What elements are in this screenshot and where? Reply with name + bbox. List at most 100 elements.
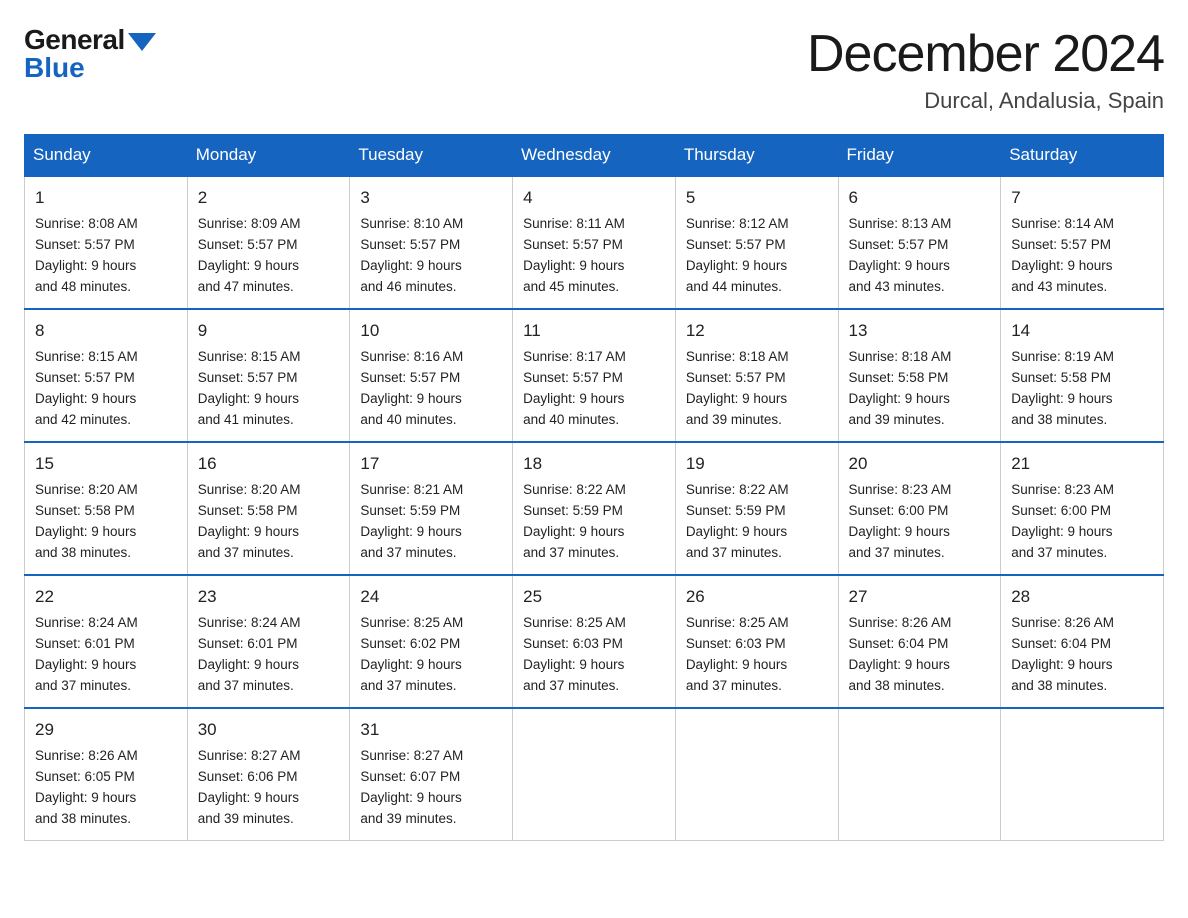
calendar-cell: 9 Sunrise: 8:15 AMSunset: 5:57 PMDaylight… xyxy=(187,309,350,442)
calendar-cell xyxy=(1001,708,1164,841)
day-info: Sunrise: 8:15 AMSunset: 5:57 PMDaylight:… xyxy=(198,347,340,431)
day-number: 6 xyxy=(849,185,991,211)
calendar-cell: 22Sunrise: 8:24 AMSunset: 6:01 PMDayligh… xyxy=(25,575,188,708)
day-number: 12 xyxy=(686,318,828,344)
day-info: Sunrise: 8:19 AMSunset: 5:58 PMDaylight:… xyxy=(1011,347,1153,431)
day-info: Sunrise: 8:22 AMSunset: 5:59 PMDaylight:… xyxy=(523,480,665,564)
day-number: 25 xyxy=(523,584,665,610)
day-info: Sunrise: 8:20 AMSunset: 5:58 PMDaylight:… xyxy=(35,480,177,564)
logo-blue-text: Blue xyxy=(24,52,85,84)
day-info: Sunrise: 8:11 AMSunset: 5:57 PMDaylight:… xyxy=(523,214,665,298)
day-number: 23 xyxy=(198,584,340,610)
day-info: Sunrise: 8:16 AMSunset: 5:57 PMDaylight:… xyxy=(360,347,502,431)
days-of-week-row: SundayMondayTuesdayWednesdayThursdayFrid… xyxy=(25,135,1164,177)
day-info: Sunrise: 8:20 AMSunset: 5:58 PMDaylight:… xyxy=(198,480,340,564)
calendar-cell: 5 Sunrise: 8:12 AMSunset: 5:57 PMDaylight… xyxy=(675,176,838,309)
calendar-cell: 26 Sunrise: 8:25 AMSunset: 6:03 PMDayligh… xyxy=(675,575,838,708)
calendar-cell: 11 Sunrise: 8:17 AMSunset: 5:57 PMDayligh… xyxy=(513,309,676,442)
calendar-cell: 2 Sunrise: 8:09 AMSunset: 5:57 PMDaylight… xyxy=(187,176,350,309)
day-number: 30 xyxy=(198,717,340,743)
day-number: 10 xyxy=(360,318,502,344)
week-row: 1 Sunrise: 8:08 AMSunset: 5:57 PMDaylight… xyxy=(25,176,1164,309)
calendar-cell: 17Sunrise: 8:21 AMSunset: 5:59 PMDayligh… xyxy=(350,442,513,575)
logo-triangle-icon xyxy=(128,33,156,51)
day-number: 27 xyxy=(849,584,991,610)
day-number: 2 xyxy=(198,185,340,211)
day-info: Sunrise: 8:26 AMSunset: 6:05 PMDaylight:… xyxy=(35,746,177,830)
day-info: Sunrise: 8:10 AMSunset: 5:57 PMDaylight:… xyxy=(360,214,502,298)
calendar-cell: 31Sunrise: 8:27 AMSunset: 6:07 PMDayligh… xyxy=(350,708,513,841)
calendar-cell: 4 Sunrise: 8:11 AMSunset: 5:57 PMDaylight… xyxy=(513,176,676,309)
calendar-header: SundayMondayTuesdayWednesdayThursdayFrid… xyxy=(25,135,1164,177)
day-number: 5 xyxy=(686,185,828,211)
calendar-cell: 21Sunrise: 8:23 AMSunset: 6:00 PMDayligh… xyxy=(1001,442,1164,575)
day-number: 9 xyxy=(198,318,340,344)
calendar-cell: 13 Sunrise: 8:18 AMSunset: 5:58 PMDayligh… xyxy=(838,309,1001,442)
week-row: 15 Sunrise: 8:20 AMSunset: 5:58 PMDayligh… xyxy=(25,442,1164,575)
logo: General Blue xyxy=(24,24,156,84)
calendar-cell: 27 Sunrise: 8:26 AMSunset: 6:04 PMDayligh… xyxy=(838,575,1001,708)
day-number: 18 xyxy=(523,451,665,477)
day-of-week-header: Wednesday xyxy=(513,135,676,177)
day-number: 1 xyxy=(35,185,177,211)
calendar-cell: 28Sunrise: 8:26 AMSunset: 6:04 PMDayligh… xyxy=(1001,575,1164,708)
calendar-cell: 3Sunrise: 8:10 AMSunset: 5:57 PMDaylight… xyxy=(350,176,513,309)
calendar-cell: 18 Sunrise: 8:22 AMSunset: 5:59 PMDayligh… xyxy=(513,442,676,575)
day-number: 31 xyxy=(360,717,502,743)
calendar-cell: 1 Sunrise: 8:08 AMSunset: 5:57 PMDaylight… xyxy=(25,176,188,309)
day-info: Sunrise: 8:25 AMSunset: 6:03 PMDaylight:… xyxy=(686,613,828,697)
day-number: 11 xyxy=(523,318,665,344)
day-of-week-header: Monday xyxy=(187,135,350,177)
day-number: 13 xyxy=(849,318,991,344)
calendar-cell xyxy=(513,708,676,841)
day-info: Sunrise: 8:09 AMSunset: 5:57 PMDaylight:… xyxy=(198,214,340,298)
calendar-cell: 24Sunrise: 8:25 AMSunset: 6:02 PMDayligh… xyxy=(350,575,513,708)
calendar-cell: 19 Sunrise: 8:22 AMSunset: 5:59 PMDayligh… xyxy=(675,442,838,575)
day-info: Sunrise: 8:27 AMSunset: 6:06 PMDaylight:… xyxy=(198,746,340,830)
day-info: Sunrise: 8:14 AMSunset: 5:57 PMDaylight:… xyxy=(1011,214,1153,298)
day-number: 4 xyxy=(523,185,665,211)
day-number: 7 xyxy=(1011,185,1153,211)
week-row: 8Sunrise: 8:15 AMSunset: 5:57 PMDaylight… xyxy=(25,309,1164,442)
day-number: 26 xyxy=(686,584,828,610)
day-info: Sunrise: 8:13 AMSunset: 5:57 PMDaylight:… xyxy=(849,214,991,298)
day-info: Sunrise: 8:23 AMSunset: 6:00 PMDaylight:… xyxy=(1011,480,1153,564)
day-number: 29 xyxy=(35,717,177,743)
day-number: 15 xyxy=(35,451,177,477)
calendar-cell: 25 Sunrise: 8:25 AMSunset: 6:03 PMDayligh… xyxy=(513,575,676,708)
day-number: 22 xyxy=(35,584,177,610)
calendar-cell: 16Sunrise: 8:20 AMSunset: 5:58 PMDayligh… xyxy=(187,442,350,575)
calendar-cell xyxy=(838,708,1001,841)
day-of-week-header: Thursday xyxy=(675,135,838,177)
day-number: 14 xyxy=(1011,318,1153,344)
day-info: Sunrise: 8:12 AMSunset: 5:57 PMDaylight:… xyxy=(686,214,828,298)
location: Durcal, Andalusia, Spain xyxy=(807,88,1164,114)
day-info: Sunrise: 8:18 AMSunset: 5:58 PMDaylight:… xyxy=(849,347,991,431)
calendar-body: 1 Sunrise: 8:08 AMSunset: 5:57 PMDaylight… xyxy=(25,176,1164,841)
day-of-week-header: Tuesday xyxy=(350,135,513,177)
month-title: December 2024 xyxy=(807,24,1164,84)
day-info: Sunrise: 8:26 AMSunset: 6:04 PMDaylight:… xyxy=(1011,613,1153,697)
day-number: 19 xyxy=(686,451,828,477)
day-info: Sunrise: 8:15 AMSunset: 5:57 PMDaylight:… xyxy=(35,347,177,431)
page-container: General Blue December 2024 Durcal, Andal… xyxy=(24,24,1164,841)
title-section: December 2024 Durcal, Andalusia, Spain xyxy=(807,24,1164,114)
day-info: Sunrise: 8:25 AMSunset: 6:03 PMDaylight:… xyxy=(523,613,665,697)
calendar-cell: 23Sunrise: 8:24 AMSunset: 6:01 PMDayligh… xyxy=(187,575,350,708)
calendar-cell: 30 Sunrise: 8:27 AMSunset: 6:06 PMDayligh… xyxy=(187,708,350,841)
calendar-cell: 12 Sunrise: 8:18 AMSunset: 5:57 PMDayligh… xyxy=(675,309,838,442)
day-of-week-header: Saturday xyxy=(1001,135,1164,177)
calendar-cell: 15 Sunrise: 8:20 AMSunset: 5:58 PMDayligh… xyxy=(25,442,188,575)
day-of-week-header: Friday xyxy=(838,135,1001,177)
day-number: 24 xyxy=(360,584,502,610)
day-info: Sunrise: 8:18 AMSunset: 5:57 PMDaylight:… xyxy=(686,347,828,431)
calendar-cell xyxy=(675,708,838,841)
calendar-cell: 20Sunrise: 8:23 AMSunset: 6:00 PMDayligh… xyxy=(838,442,1001,575)
day-info: Sunrise: 8:21 AMSunset: 5:59 PMDaylight:… xyxy=(360,480,502,564)
day-info: Sunrise: 8:17 AMSunset: 5:57 PMDaylight:… xyxy=(523,347,665,431)
day-info: Sunrise: 8:26 AMSunset: 6:04 PMDaylight:… xyxy=(849,613,991,697)
day-info: Sunrise: 8:22 AMSunset: 5:59 PMDaylight:… xyxy=(686,480,828,564)
day-info: Sunrise: 8:08 AMSunset: 5:57 PMDaylight:… xyxy=(35,214,177,298)
calendar-cell: 10 Sunrise: 8:16 AMSunset: 5:57 PMDayligh… xyxy=(350,309,513,442)
calendar-cell: 8Sunrise: 8:15 AMSunset: 5:57 PMDaylight… xyxy=(25,309,188,442)
